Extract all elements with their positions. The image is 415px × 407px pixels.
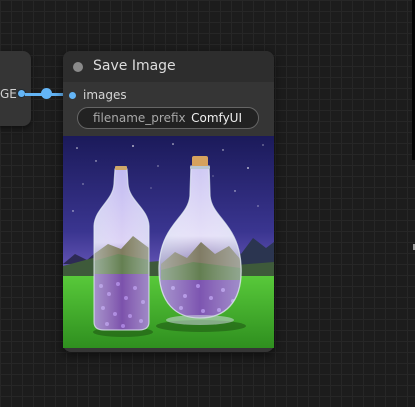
- widget-value: ComfyUI: [191, 111, 242, 125]
- image-preview[interactable]: [63, 136, 274, 348]
- node-title-bar[interactable]: Save Image: [63, 51, 274, 82]
- input-label-images: images: [83, 88, 127, 102]
- node-title: Save Image: [93, 58, 176, 74]
- widget-name-label: filename_prefix: [93, 111, 186, 125]
- link-midpoint-dot[interactable]: [41, 88, 52, 99]
- input-slot-dot[interactable]: [69, 92, 76, 99]
- output-label-image: GE: [0, 87, 17, 101]
- save-image-node[interactable]: Save Image images filename_prefix ComfyU…: [63, 51, 274, 352]
- filename-prefix-widget[interactable]: filename_prefix ComfyUI: [77, 107, 259, 129]
- output-slot-dot[interactable]: [18, 90, 25, 97]
- preview-image: [63, 136, 274, 348]
- collapse-toggle-icon[interactable]: [73, 62, 83, 72]
